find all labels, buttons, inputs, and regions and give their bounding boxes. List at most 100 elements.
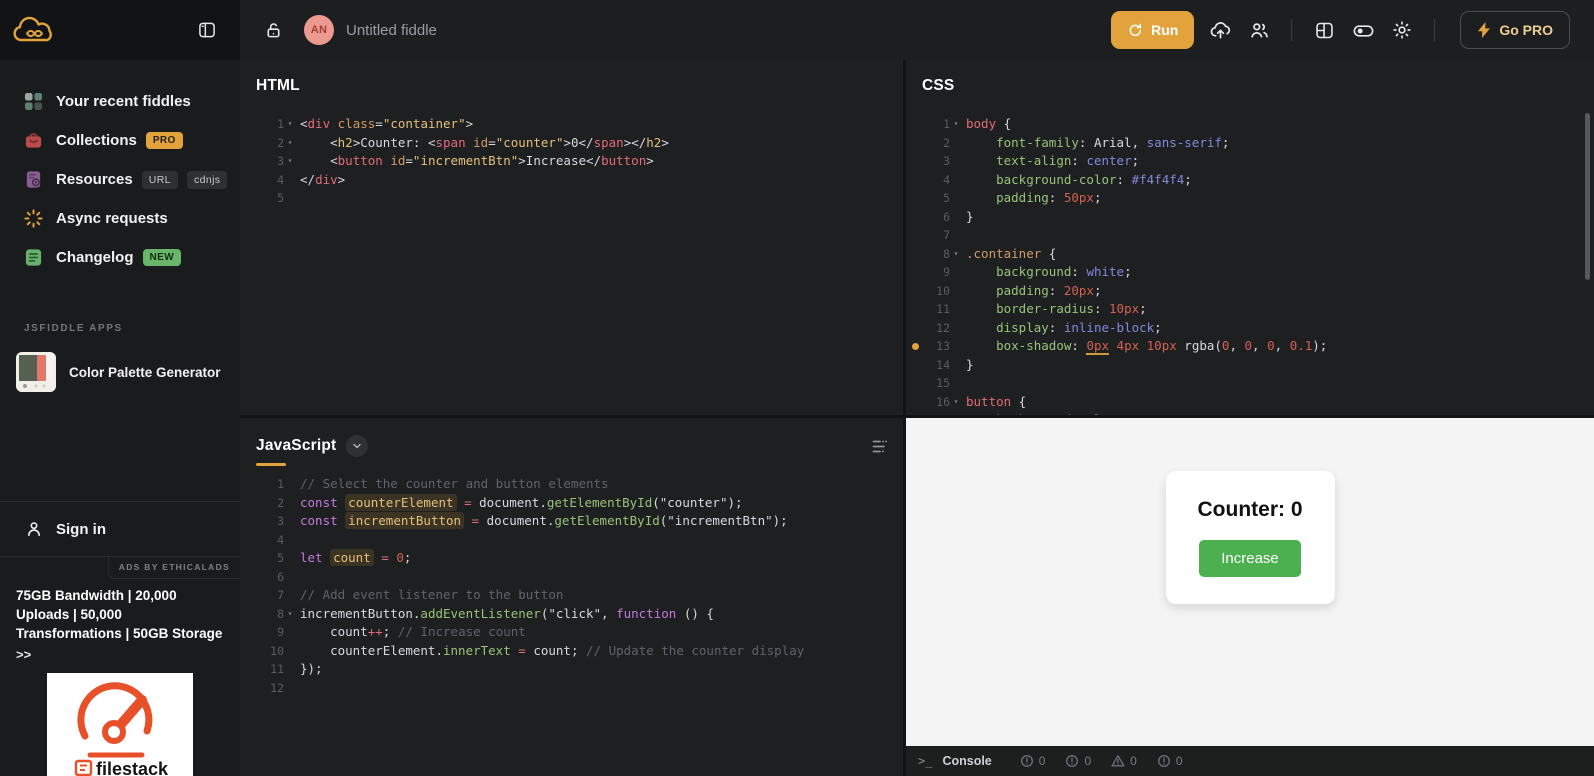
line-number: 1 [906, 115, 950, 134]
counter-heading: Counter: 0 [1198, 498, 1303, 522]
fold-arrow-icon[interactable]: ▾ [950, 115, 962, 134]
line-number: 5 [240, 549, 284, 568]
sidebar-item-color-palette-generator[interactable]: Color Palette Generator [16, 352, 240, 392]
sidebar-item-async-requests[interactable]: Async requests [0, 199, 240, 238]
privacy-unlock-icon[interactable] [260, 17, 286, 43]
sign-in-button[interactable]: Sign in [0, 501, 240, 556]
refresh-icon [1127, 22, 1143, 38]
theme-sun-icon[interactable] [1389, 17, 1415, 43]
console-counter-value: 0 [1130, 754, 1137, 768]
fold-arrow-icon[interactable]: ▾ [284, 134, 296, 153]
resources-icon [24, 170, 43, 189]
line-number: 1 [240, 475, 284, 494]
line-number: 16 [906, 393, 950, 412]
line-number: 7 [240, 586, 284, 605]
line-number: 2 [906, 134, 950, 153]
html-code-editor[interactable]: 1▾<div class="container">2▾ <h2>Counter:… [240, 106, 903, 208]
console-counter[interactable]: 0 [1065, 754, 1091, 768]
code-line: 10 counterElement.innerText = count; // … [240, 642, 903, 661]
fold-arrow-icon[interactable]: ▾ [284, 605, 296, 624]
sidebar-item-label: Your recent fiddles [56, 93, 191, 110]
run-button[interactable]: Run [1111, 11, 1194, 49]
ad-text[interactable]: 75GB Bandwidth | 20,000 Uploads | 50,000… [16, 587, 224, 644]
run-label: Run [1151, 22, 1178, 38]
console-label: Console [942, 754, 991, 768]
line-number: 4 [240, 531, 284, 550]
sidebar-item-your-recent-fiddles[interactable]: Your recent fiddles [0, 82, 240, 121]
console-counters: 0 0 0 0 [1020, 754, 1183, 768]
changelog-icon [24, 248, 43, 267]
line-number: 11 [906, 300, 950, 319]
sidebar-item-collections[interactable]: Collections PRO [0, 121, 240, 160]
result-canvas: Counter: 0 Increase [906, 418, 1594, 746]
app-label: Color Palette Generator [69, 365, 221, 380]
topbar-actions: Run [1111, 11, 1570, 49]
fold-arrow-icon[interactable]: ▾ [950, 245, 962, 264]
line-number: 12 [906, 319, 950, 338]
css-scrollbar[interactable] [1585, 113, 1590, 280]
collaborate-icon[interactable] [1246, 17, 1272, 43]
badge-pro: PRO [146, 132, 183, 149]
topbar-left [0, 0, 240, 60]
lint-warning-dot [912, 343, 919, 350]
code-line: 16▾button { [906, 393, 1594, 412]
console-counter[interactable]: 0 [1020, 754, 1046, 768]
avatar[interactable]: AN [304, 15, 334, 45]
topbar: AN Untitled fiddle Run [0, 0, 1594, 60]
sidebar-item-label: Collections [56, 132, 137, 149]
console-counter-value: 0 [1084, 754, 1091, 768]
line-number: 2 [240, 134, 284, 153]
badge-url: URL [142, 171, 178, 189]
error-circle-icon [1020, 754, 1034, 768]
jsfiddle-logo-icon[interactable] [12, 10, 58, 50]
tidy-code-icon[interactable] [872, 439, 889, 454]
filestack-ad-image[interactable]: filestack [47, 673, 193, 776]
code-line: 11 border-radius: 10px; [906, 300, 1594, 319]
sidebar-item-resources[interactable]: ResourcesURLcdnjs [0, 160, 240, 199]
js-panel-title: JavaScript [256, 437, 336, 455]
go-pro-button[interactable]: Go PRO [1460, 11, 1570, 49]
lightning-bolt-icon [1477, 22, 1491, 38]
js-code-editor[interactable]: 1// Select the counter and button elemen… [240, 468, 903, 697]
js-panel: JavaScript 1// Select the counter and bu… [240, 418, 903, 776]
fiddle-title[interactable]: Untitled fiddle [346, 22, 437, 39]
line-number: 7 [906, 226, 950, 245]
console-counter-value: 0 [1039, 754, 1046, 768]
console-counter[interactable]: 0 [1111, 754, 1137, 768]
code-line: 10 padding: 20px; [906, 282, 1594, 301]
sidebar-toggle-icon[interactable] [194, 17, 220, 43]
console-bar[interactable]: >_ Console 0000 [906, 746, 1594, 776]
ad-more-link[interactable]: >> [16, 647, 224, 662]
line-number: 5 [906, 189, 950, 208]
css-panel-title: CSS [922, 77, 954, 95]
info-circle-icon [1157, 754, 1171, 768]
ad-provider-label[interactable]: ADS BY ETHICALADS [108, 557, 240, 579]
code-line: 9 count++; // Increase count [240, 623, 903, 642]
code-line: 8▾.container { [906, 245, 1594, 264]
code-line: 4</div> [240, 171, 903, 190]
go-pro-label: Go PRO [1499, 22, 1553, 38]
jsfiddle-app: AN Untitled fiddle Run [0, 0, 1594, 776]
line-number: 9 [906, 263, 950, 282]
js-language-dropdown[interactable] [346, 435, 368, 457]
line-number: 4 [240, 171, 284, 190]
sidebar-spacer [0, 392, 240, 501]
increase-button[interactable]: Increase [1199, 540, 1301, 577]
code-line: 13 box-shadow: 0px 4px 10px rgba(0, 0, 0… [906, 337, 1594, 356]
code-line: 6} [906, 208, 1594, 227]
toggle-switch-icon[interactable] [1350, 17, 1376, 43]
code-line: 6 [240, 568, 903, 587]
fold-arrow-icon[interactable]: ▾ [284, 152, 296, 171]
save-cloud-icon[interactable] [1207, 17, 1233, 43]
sign-in-label: Sign in [56, 521, 106, 538]
line-number: 15 [906, 374, 950, 393]
sidebar-item-label: Resources [56, 171, 133, 188]
console-counter[interactable]: 0 [1157, 754, 1183, 768]
result-panel: Counter: 0 Increase >_ Console 0000 [906, 418, 1594, 776]
layout-icon[interactable] [1311, 17, 1337, 43]
fold-arrow-icon[interactable]: ▾ [950, 393, 962, 412]
css-code-editor[interactable]: 1▾body {2 font-family: Arial, sans-serif… [906, 106, 1594, 415]
sidebar-item-changelog[interactable]: ChangelogNEW [0, 238, 240, 277]
topbar-divider [1291, 19, 1292, 41]
fold-arrow-icon[interactable]: ▾ [284, 115, 296, 134]
